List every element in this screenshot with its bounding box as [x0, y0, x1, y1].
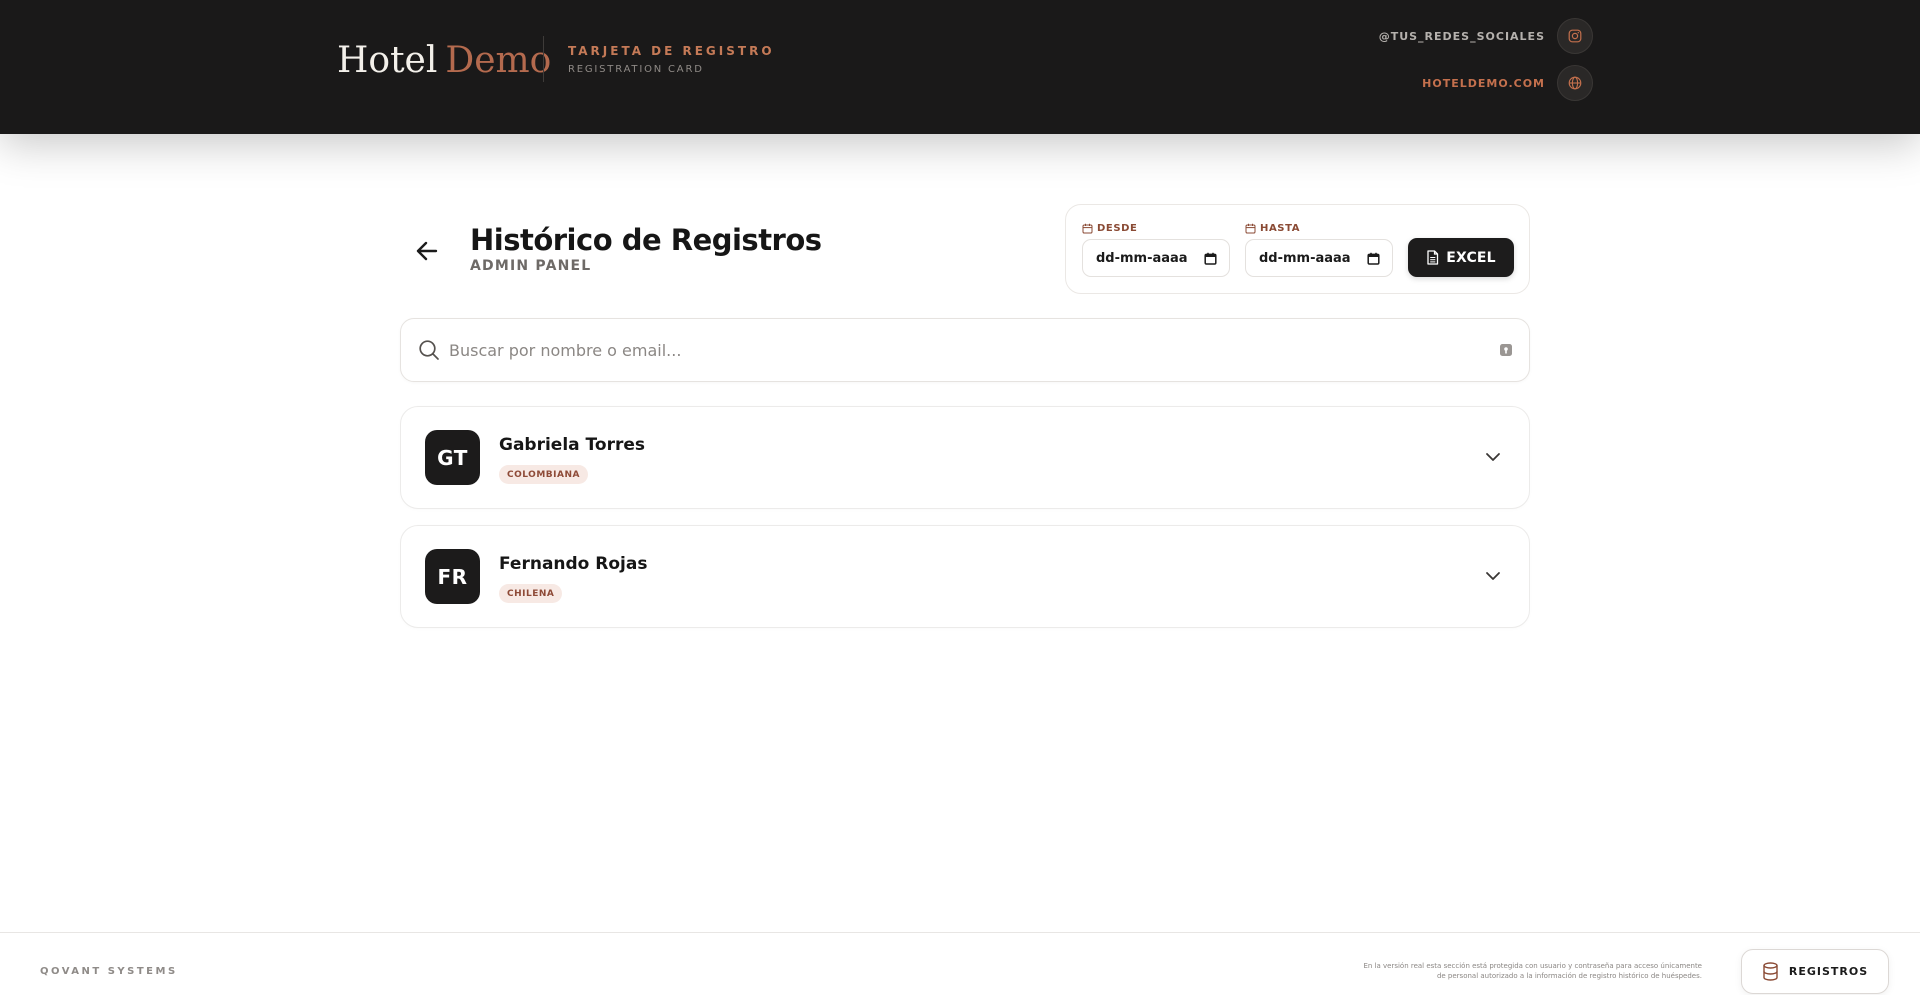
search-input[interactable] — [449, 330, 1499, 370]
calendar-icon — [1245, 223, 1256, 233]
page-subtitle: ADMIN PANEL — [470, 258, 592, 274]
chevron-down-icon[interactable] — [1483, 566, 1503, 586]
hotel-logo[interactable]: Hotel Demo — [337, 40, 551, 82]
brand-second-word: Demo — [445, 40, 552, 81]
top-header: Hotel Demo TARJETA DE REGISTRO REGISTRATI… — [0, 0, 1920, 134]
instagram-icon[interactable] — [1557, 18, 1593, 54]
arrow-left-icon — [416, 241, 438, 261]
to-date-input[interactable]: dd-mm-aaaa — [1245, 239, 1393, 277]
calendar-picker-icon[interactable] — [1367, 252, 1380, 265]
search-icon — [417, 338, 441, 362]
guest-card[interactable]: GT Gabriela Torres COLOMBIANA — [400, 406, 1530, 509]
avatar: GT — [425, 430, 480, 485]
from-date-input[interactable]: dd-mm-aaaa — [1082, 239, 1230, 277]
footer-note: En la versión real esta sección está pro… — [1363, 962, 1702, 980]
avatar: FR — [425, 549, 480, 604]
guest-card[interactable]: FR Fernando Rojas CHILENA — [400, 525, 1530, 628]
nationality-badge: CHILENA — [499, 584, 563, 603]
brand-first-word: Hotel — [337, 40, 438, 81]
website-text: HOTELDEMO.COM — [1422, 76, 1545, 90]
nationality-badge: COLOMBIANA — [499, 465, 588, 484]
to-date-value: dd-mm-aaaa — [1259, 250, 1351, 266]
autofill-key-icon[interactable] — [1499, 343, 1513, 357]
database-icon — [1763, 962, 1778, 981]
to-date-group: HASTA dd-mm-aaaa — [1245, 221, 1393, 277]
from-date-label: DESDE — [1082, 221, 1230, 235]
from-date-group: DESDE dd-mm-aaaa — [1082, 221, 1230, 277]
brand-divider — [543, 36, 544, 82]
search-bar — [400, 318, 1530, 382]
registros-button[interactable]: REGISTROS — [1741, 949, 1889, 994]
to-date-label: HASTA — [1245, 221, 1393, 235]
chevron-down-icon[interactable] — [1483, 447, 1503, 467]
website-link[interactable]: HOTELDEMO.COM — [1422, 65, 1593, 101]
excel-export-button[interactable]: EXCEL — [1408, 238, 1514, 277]
registration-card-label: TARJETA DE REGISTRO REGISTRATION CARD — [568, 44, 775, 76]
file-spreadsheet-icon — [1427, 250, 1439, 265]
date-filter-panel: DESDE dd-mm-aaaa HASTA dd-mm-aaaa EXCEL — [1065, 204, 1530, 294]
registros-label: REGISTROS — [1788, 965, 1869, 978]
calendar-picker-icon[interactable] — [1204, 252, 1217, 265]
excel-label: EXCEL — [1446, 249, 1496, 266]
footer-brand: QOVANT SYSTEMS — [40, 966, 178, 977]
guest-name: Fernando Rojas — [499, 554, 648, 574]
guest-name: Gabriela Torres — [499, 435, 645, 455]
social-link[interactable]: @TUS_REDES_SOCIALES — [1379, 18, 1593, 54]
from-date-value: dd-mm-aaaa — [1096, 250, 1188, 266]
globe-icon[interactable] — [1557, 65, 1593, 101]
card-title: TARJETA DE REGISTRO — [568, 44, 775, 58]
card-subtitle: REGISTRATION CARD — [568, 64, 704, 75]
back-button[interactable] — [410, 234, 444, 268]
calendar-icon — [1082, 223, 1093, 233]
social-handle: @TUS_REDES_SOCIALES — [1378, 29, 1545, 43]
page-title: Histórico de Registros — [470, 223, 822, 257]
footer: QOVANT SYSTEMS En la versión real esta s… — [0, 932, 1920, 995]
